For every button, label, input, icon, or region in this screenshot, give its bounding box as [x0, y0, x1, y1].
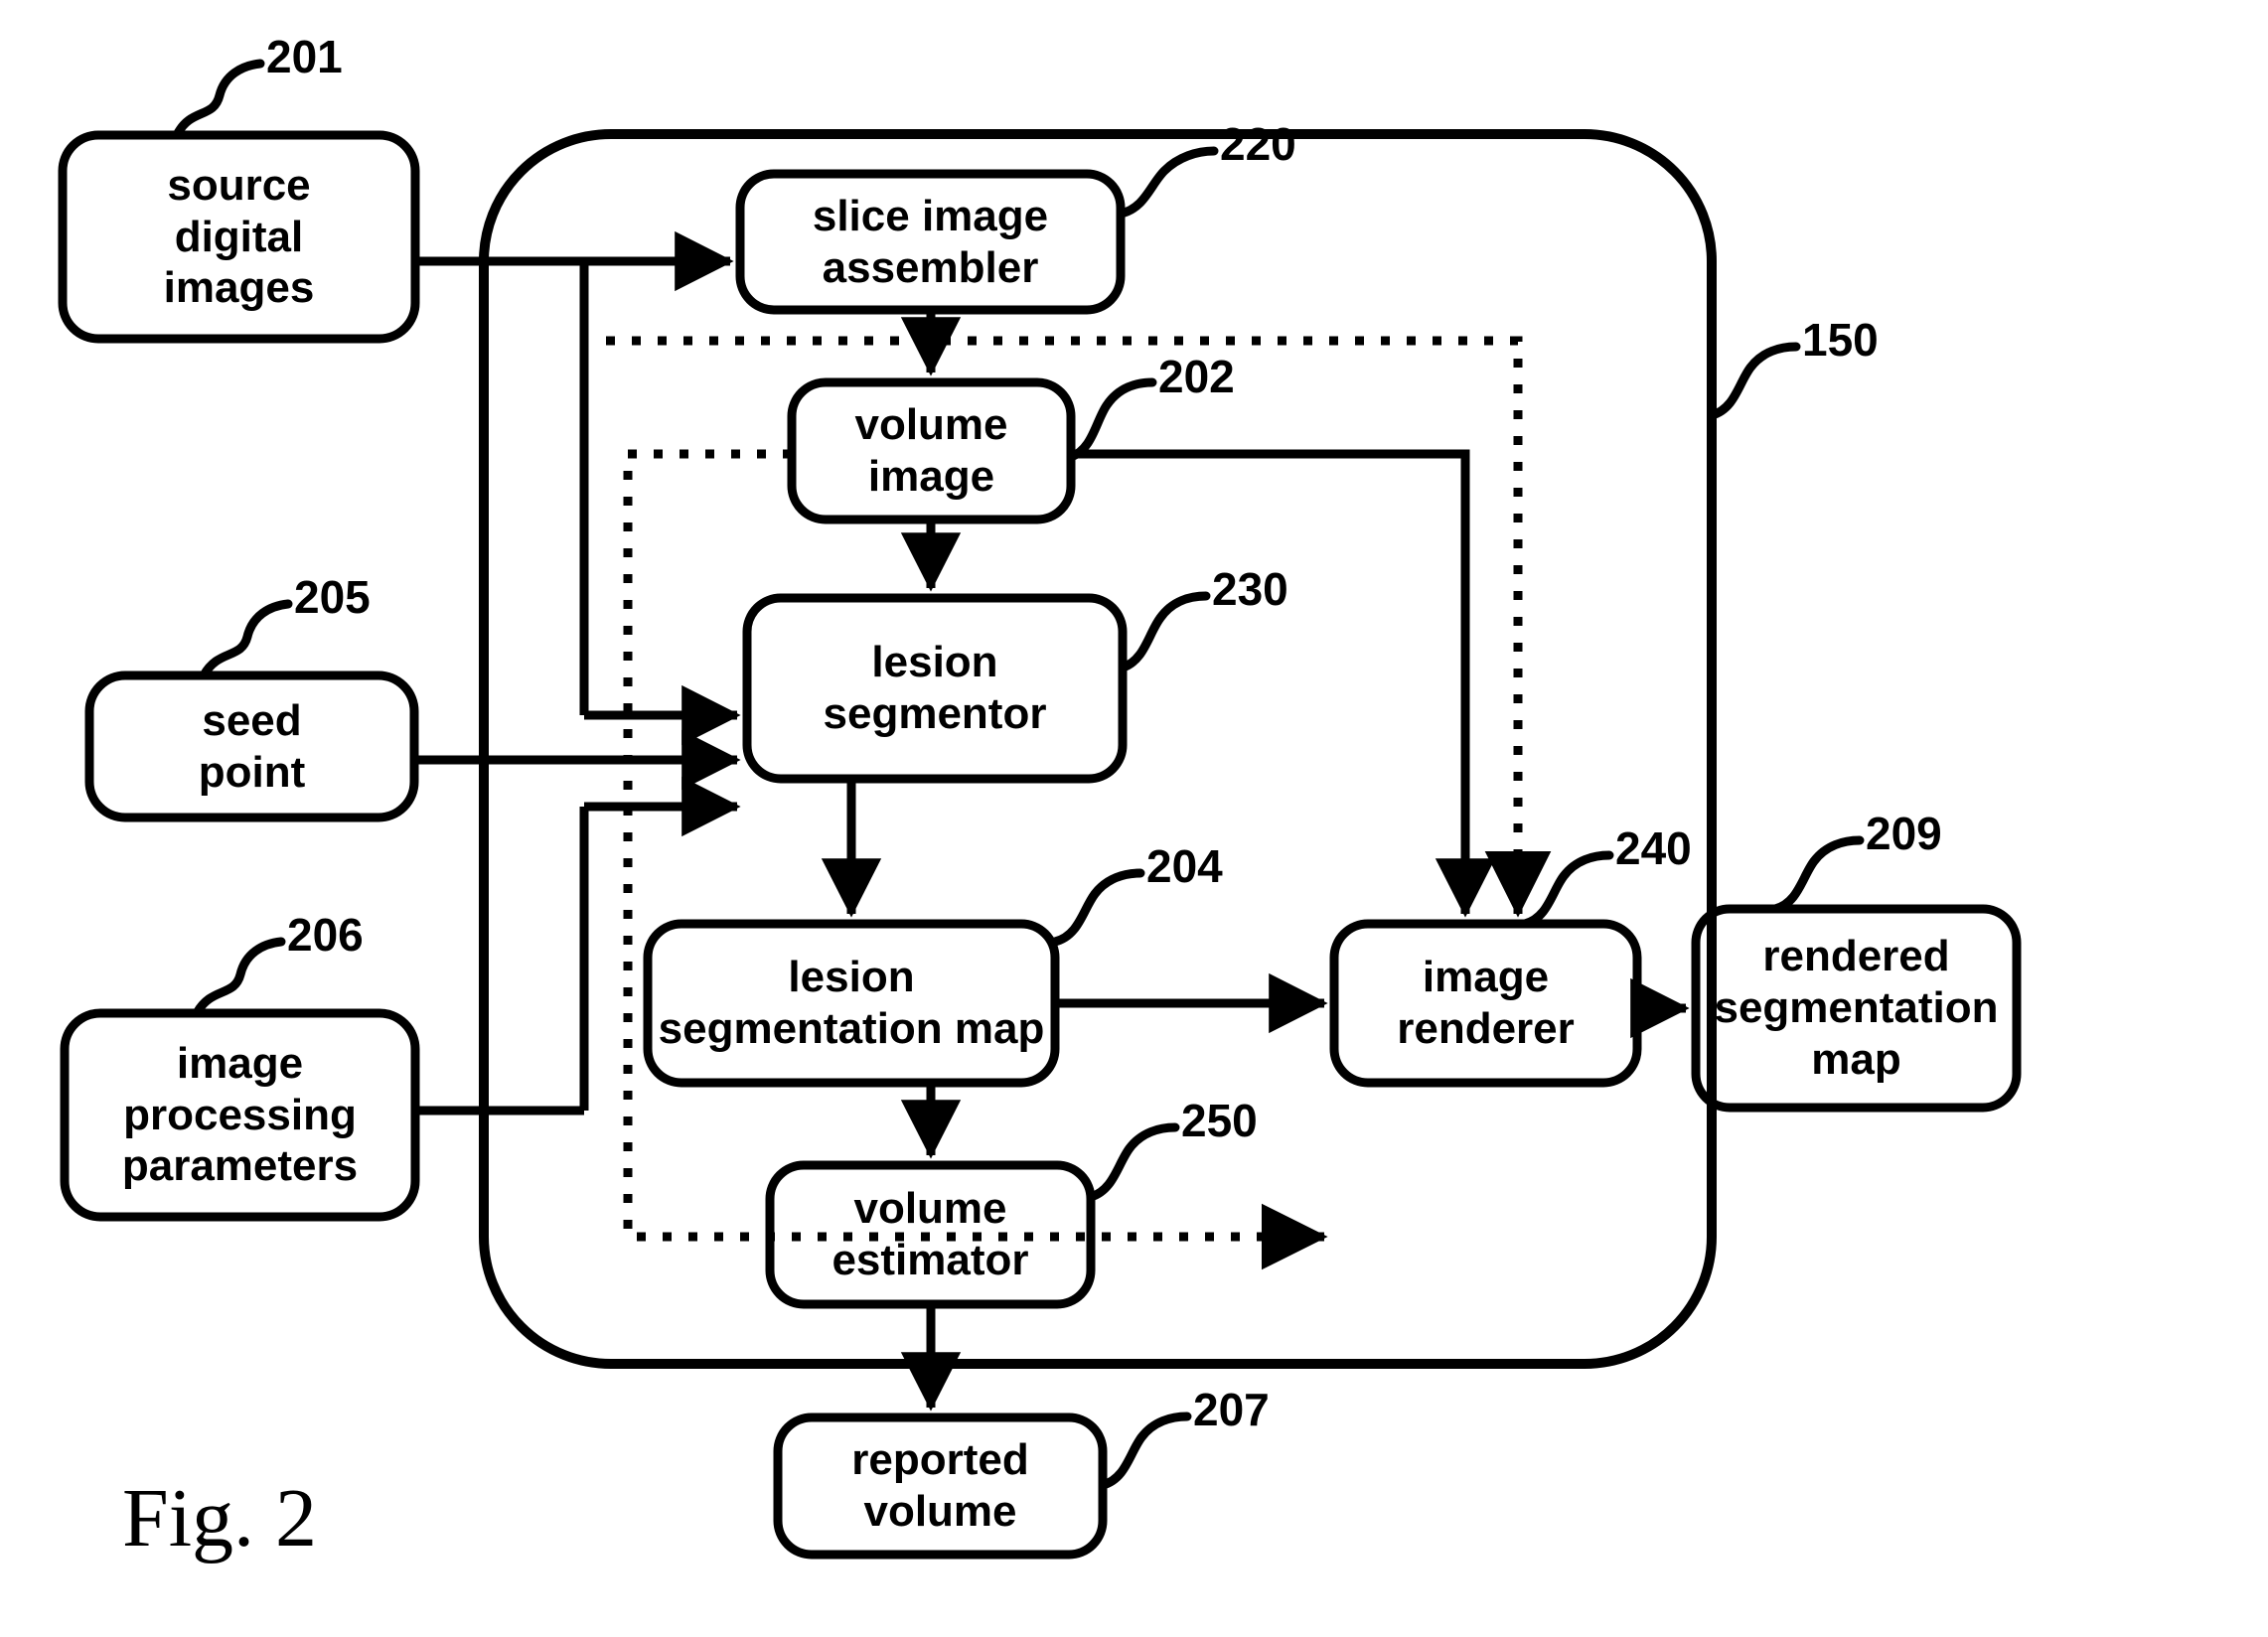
node-label: reported volume: [851, 1435, 1029, 1536]
leader-250: [1086, 1122, 1180, 1202]
leader-201: [172, 59, 265, 140]
ref-label-250: 250: [1181, 1095, 1258, 1146]
node-label: source digital images: [163, 160, 315, 313]
ref-label-204: 204: [1146, 840, 1223, 892]
node-image-processing-parameters[interactable]: image processing parameters: [65, 1013, 415, 1217]
node-lesion-segmentation-map[interactable]: lesion segmentation map: [648, 924, 1055, 1083]
node-label: lesion segmentor: [823, 638, 1047, 738]
leader-230: [1118, 591, 1211, 672]
figure-caption: Fig. 2: [122, 1472, 318, 1564]
node-label: image processing parameters: [121, 1038, 359, 1191]
node-source-digital-images[interactable]: source digital images: [63, 135, 415, 339]
node-label: lesion segmentation map: [658, 953, 1045, 1053]
node-reported-volume[interactable]: reported volume: [778, 1417, 1103, 1555]
node-volume-estimator[interactable]: volume estimator: [770, 1165, 1091, 1304]
ref-label-230: 230: [1212, 563, 1288, 615]
ref-label-209: 209: [1866, 808, 1942, 859]
node-label: rendered segmentation map: [1714, 932, 1999, 1084]
node-volume-image[interactable]: volume image: [792, 382, 1071, 520]
leader-240: [1520, 850, 1614, 929]
edge-202-to-240: [1071, 449, 1496, 918]
node-rendered-segmentation-map[interactable]: rendered segmentation map: [1696, 909, 2017, 1108]
ref-label-220: 220: [1220, 118, 1296, 170]
ref-label-201: 201: [266, 31, 343, 82]
ref-label-206: 206: [287, 909, 364, 961]
ref-label-207: 207: [1193, 1384, 1270, 1435]
ref-label-205: 205: [294, 571, 371, 623]
leader-204: [1050, 868, 1145, 947]
node-label: image renderer: [1397, 953, 1575, 1053]
node-slice-image-assembler[interactable]: slice image assembler: [740, 174, 1121, 310]
leader-206: [192, 937, 286, 1018]
leader-207: [1098, 1412, 1192, 1490]
ref-label-240: 240: [1615, 822, 1692, 874]
node-label: volume image: [854, 400, 1008, 501]
node-seed-point[interactable]: seed point: [89, 675, 414, 818]
ref-label-202: 202: [1158, 351, 1235, 402]
leader-209: [1770, 835, 1865, 914]
leader-150: [1707, 342, 1801, 420]
ref-label-150: 150: [1802, 314, 1879, 366]
figure-canvas: source digital images slice image assemb…: [0, 0, 2268, 1637]
leader-205: [199, 599, 293, 680]
leader-202: [1066, 377, 1157, 462]
node-lesion-segmentor[interactable]: lesion segmentor: [747, 598, 1123, 779]
node-label: seed point: [198, 695, 306, 797]
leader-220: [1116, 146, 1219, 219]
node-label: slice image assembler: [812, 191, 1049, 292]
node-label: volume estimator: [832, 1184, 1029, 1284]
node-image-renderer[interactable]: image renderer: [1334, 924, 1637, 1083]
